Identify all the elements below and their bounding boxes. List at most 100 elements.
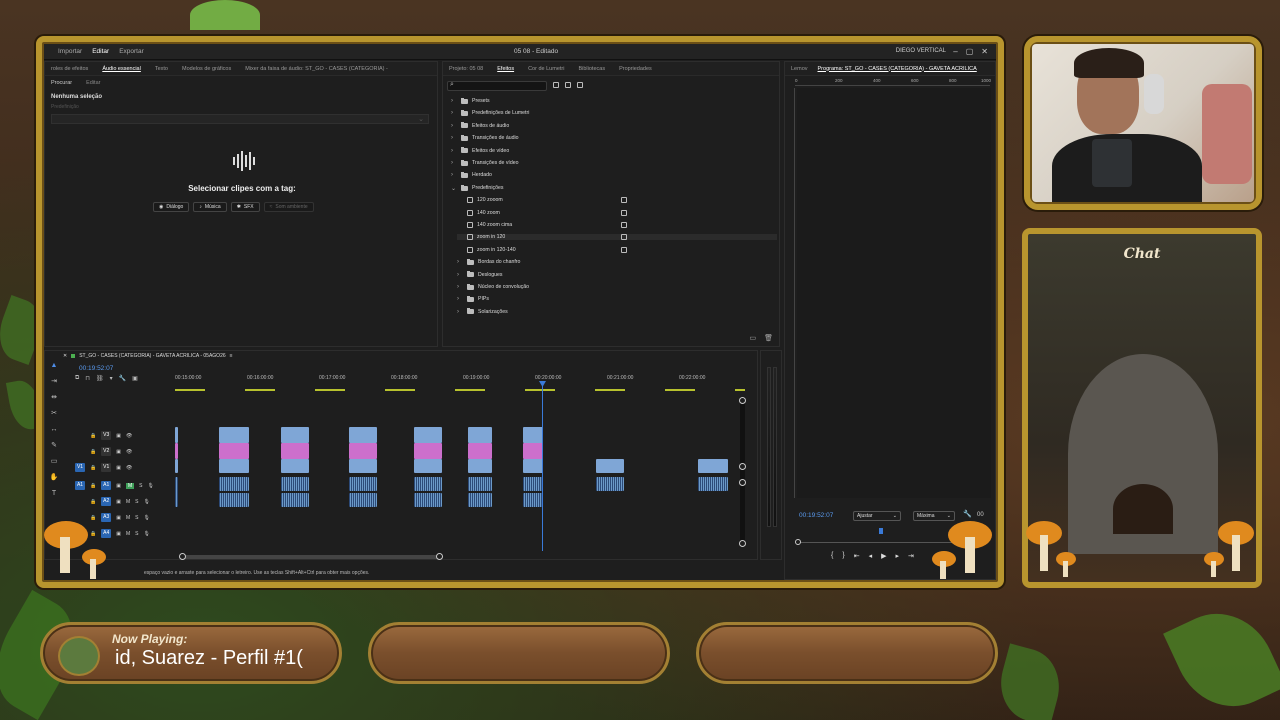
- lock-icon[interactable]: 🔒: [90, 499, 96, 505]
- video-clip[interactable]: [281, 427, 309, 443]
- effects-preset-item[interactable]: 140 zoom cima: [457, 222, 627, 228]
- preset-dropdown[interactable]: ⌄: [51, 114, 429, 124]
- video-clip[interactable]: [523, 427, 543, 443]
- audio-clip[interactable]: [219, 493, 249, 507]
- snap-icon[interactable]: ⊓: [85, 375, 90, 382]
- video-clip[interactable]: [596, 459, 624, 473]
- scrub-start-handle[interactable]: [795, 539, 801, 545]
- tab-essential-audio[interactable]: Áudio essencial: [102, 66, 141, 72]
- effects-preset-item[interactable]: zoom in 120-140: [457, 246, 627, 253]
- video-clip[interactable]: [523, 459, 543, 473]
- solo-button[interactable]: S: [135, 515, 138, 521]
- eye-icon[interactable]: 👁: [126, 433, 132, 439]
- effects-folder-item[interactable]: › Transições de vídeo: [451, 159, 519, 166]
- effects-preset-item[interactable]: 120 zooom: [457, 197, 627, 204]
- close-icon[interactable]: ✕: [981, 47, 988, 56]
- ripple-edit-tool-icon[interactable]: ⇹: [49, 393, 59, 403]
- chevron-right-icon[interactable]: ›: [457, 309, 463, 315]
- chevron-right-icon[interactable]: ›: [457, 284, 463, 290]
- mute-button[interactable]: M: [125, 482, 135, 489]
- audio-clip[interactable]: [281, 477, 309, 491]
- chevron-right-icon[interactable]: ›: [457, 259, 463, 265]
- mark-out-icon[interactable]: }: [842, 552, 844, 560]
- step-back-icon[interactable]: ◂: [869, 552, 873, 560]
- tag-music-button[interactable]: ♪ Música: [193, 202, 227, 212]
- video-clip[interactable]: [414, 427, 442, 443]
- chevron-down-icon[interactable]: ⌄: [451, 185, 457, 192]
- tag-sfx-button[interactable]: ✱ SFX: [230, 202, 260, 212]
- track-label[interactable]: A2: [101, 497, 112, 506]
- sync-lock-icon[interactable]: ▣: [116, 465, 121, 471]
- audio-clip[interactable]: [281, 493, 309, 507]
- effects-folder-item[interactable]: › Deslogues: [457, 271, 503, 278]
- tab-lemov[interactable]: Lemov: [791, 66, 808, 72]
- marker-icon[interactable]: ▾: [110, 375, 113, 382]
- chevron-right-icon[interactable]: ›: [451, 123, 457, 129]
- eye-icon[interactable]: 👁: [126, 449, 132, 455]
- video-clip[interactable]: [175, 427, 178, 443]
- type-tool-icon[interactable]: T: [49, 489, 59, 499]
- chevron-right-icon[interactable]: ›: [457, 296, 463, 302]
- playhead[interactable]: [542, 381, 543, 551]
- audio-clip[interactable]: [175, 477, 178, 507]
- close-sequence-icon[interactable]: ✕: [63, 353, 67, 359]
- sync-lock-icon[interactable]: ▣: [116, 433, 121, 439]
- video-clip[interactable]: [281, 443, 309, 459]
- minimize-icon[interactable]: –: [953, 47, 957, 56]
- timeline-timecode[interactable]: 00:19:52:07: [79, 365, 113, 372]
- horizontal-scrollbar[interactable]: [179, 553, 443, 560]
- track-header-a1[interactable]: A1 🔒 A1 ▣ M S 🎙: [75, 481, 154, 490]
- tab-audio-mixer[interactable]: Mixer da faixa de áudio: ST_GO - CASES (…: [245, 66, 388, 72]
- video-clip[interactable]: [219, 427, 249, 443]
- source-patch[interactable]: A1: [75, 481, 85, 490]
- effects-folder-item[interactable]: › PIPs: [457, 295, 489, 302]
- go-to-out-icon[interactable]: ⇥: [908, 552, 914, 560]
- effects-folder-item[interactable]: › Presets: [451, 97, 490, 104]
- step-forward-icon[interactable]: ▸: [895, 552, 899, 560]
- tab-program[interactable]: Programa: ST_GO - CASES (CATEGORIA) - GA…: [818, 66, 977, 72]
- timeline-ruler[interactable]: 00:15:00:00 00:16:00:00 00:17:00:00 00:18:0…: [175, 375, 745, 385]
- video-clip[interactable]: [468, 427, 492, 443]
- chevron-right-icon[interactable]: ›: [451, 98, 457, 104]
- effects-search-input[interactable]: ⌕: [447, 81, 547, 91]
- track-label[interactable]: A1: [101, 481, 112, 490]
- video-clip[interactable]: [349, 459, 377, 473]
- video-clip[interactable]: [219, 459, 249, 473]
- trash-icon[interactable]: 🗑: [764, 334, 773, 342]
- mute-button[interactable]: M: [126, 531, 130, 537]
- settings-wrench-icon[interactable]: 🔧: [119, 375, 126, 382]
- chevron-right-icon[interactable]: ›: [451, 135, 457, 141]
- tag-dialogue-button[interactable]: ◉ Diálogo: [153, 202, 190, 212]
- chevron-right-icon[interactable]: ›: [451, 110, 457, 116]
- tab-effect-controls[interactable]: roles de efeitos: [51, 66, 88, 72]
- sequence-title[interactable]: ST_GO - CASES (CATEGORIA) - GAVETA ACRIL…: [79, 353, 225, 359]
- playhead-marker[interactable]: [879, 528, 883, 534]
- track-header-a2[interactable]: 🔒 A2 ▣ M S 🎙: [75, 497, 150, 506]
- track-label[interactable]: V2: [101, 447, 112, 456]
- video-clip[interactable]: [175, 443, 178, 459]
- solo-button[interactable]: S: [135, 499, 138, 505]
- audio-clip[interactable]: [596, 477, 624, 491]
- audio-clip[interactable]: [349, 493, 377, 507]
- fit-dropdown[interactable]: Ajustar ⌄: [853, 511, 901, 521]
- sync-lock-icon[interactable]: ▣: [116, 499, 121, 505]
- tab-libraries[interactable]: Bibliotecas: [578, 66, 605, 72]
- menu-icon[interactable]: ≡: [230, 353, 233, 359]
- hand-tool-icon[interactable]: ✋: [49, 473, 59, 483]
- rectangle-tool-icon[interactable]: ▭: [49, 457, 59, 467]
- new-folder-icon[interactable]: ▭: [749, 334, 756, 342]
- eye-icon[interactable]: 👁: [126, 465, 132, 471]
- video-clip[interactable]: [349, 443, 377, 459]
- play-icon[interactable]: ▶: [881, 552, 886, 560]
- solo-button[interactable]: S: [139, 483, 142, 489]
- accelerated-filter-icon[interactable]: [553, 82, 559, 88]
- effects-folder-item[interactable]: › Efeitos de áudio: [451, 122, 509, 129]
- mark-in-icon[interactable]: {: [831, 552, 833, 560]
- effects-folder-item[interactable]: › Predefinições de Lumetri: [451, 109, 529, 116]
- source-patch[interactable]: V1: [75, 463, 85, 472]
- lock-icon[interactable]: 🔒: [90, 465, 96, 471]
- tab-lumetri-color[interactable]: Cor de Lumetri: [528, 66, 564, 72]
- effects-folder-item[interactable]: › Núcleo de convolução: [457, 283, 529, 290]
- vertical-scrollbar[interactable]: [739, 397, 746, 547]
- chevron-right-icon[interactable]: ›: [451, 160, 457, 166]
